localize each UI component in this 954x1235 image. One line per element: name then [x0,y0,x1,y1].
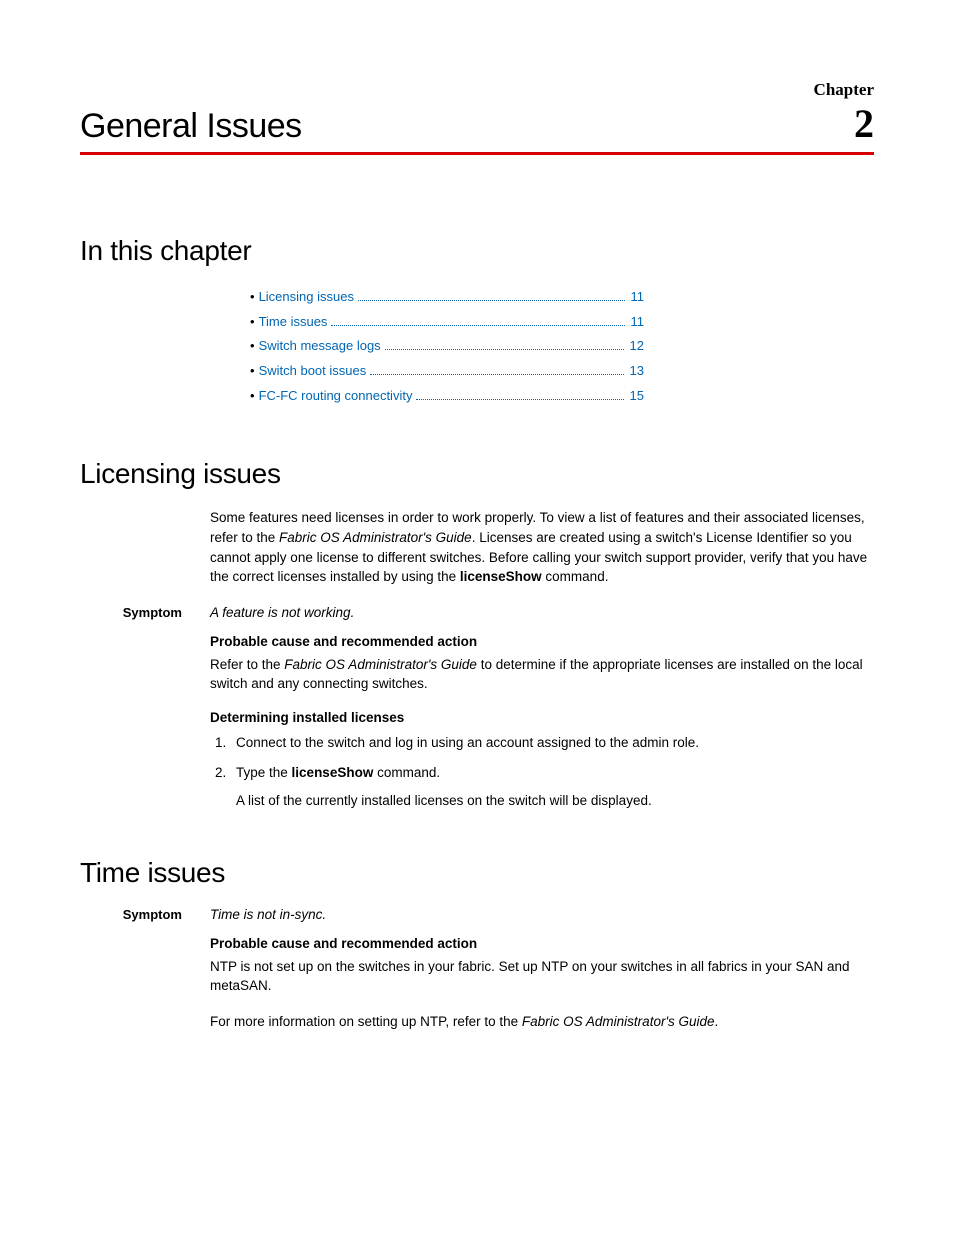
symptom-label: Symptom [80,907,210,922]
text-run: Refer to the [210,657,284,672]
toc-link-switch-logs[interactable]: Switch message logs [259,334,381,359]
text-run: command. [542,569,609,584]
bullet-icon: • [250,359,255,384]
toc-link-fc-routing[interactable]: FC-FC routing connectivity [259,384,413,409]
text-run: Type the [236,765,292,780]
toc-leader [385,349,624,350]
guide-reference: Fabric OS Administrator's Guide [284,657,477,672]
probable-cause-block: Probable cause and recommended action Re… [210,634,874,694]
bullet-icon: • [250,334,255,359]
probable-cause-heading: Probable cause and recommended action [210,634,874,649]
bullet-icon: • [250,285,255,310]
chapter-divider [80,152,874,155]
toc-page-number[interactable]: 11 [631,310,645,335]
bullet-icon: • [250,384,255,409]
toc-page-number[interactable]: 13 [630,359,644,384]
toc-link-licensing[interactable]: Licensing issues [259,285,354,310]
toc-entry: • Licensing issues 11 [250,285,644,310]
chapter-number: 2 [854,104,874,144]
section-licensing-issues: Licensing issues [80,458,874,490]
toc-page-number[interactable]: 15 [630,384,644,409]
toc-entry: • FC-FC routing connectivity 15 [250,384,644,409]
command-name: licenseShow [460,569,542,584]
toc-link-switch-boot[interactable]: Switch boot issues [259,359,367,384]
bullet-icon: • [250,310,255,335]
toc-entry: • Time issues 11 [250,310,644,335]
toc-leader [331,325,624,326]
paragraph: Some features need licenses in order to … [210,508,874,586]
section-in-this-chapter: In this chapter [80,235,874,267]
command-name: licenseShow [292,765,374,780]
more-info-block: For more information on setting up NTP, … [210,1012,874,1032]
symptom-label: Symptom [80,605,210,620]
step-result: A list of the currently installed licens… [236,791,874,811]
text-run: command. [373,765,440,780]
chapter-header: General Issues 2 [80,104,874,146]
text-run: . [715,1014,719,1029]
chapter-label: Chapter [80,80,874,100]
text-run: For more information on setting up NTP, … [210,1014,522,1029]
symptom-text: A feature is not working. [210,605,354,620]
table-of-contents: • Licensing issues 11 • Time issues 11 •… [250,285,644,408]
toc-entry: • Switch message logs 12 [250,334,644,359]
paragraph: NTP is not set up on the switches in you… [210,957,874,996]
paragraph: For more information on setting up NTP, … [210,1012,874,1032]
symptom-row: Symptom Time is not in-sync. [80,907,874,922]
toc-leader [416,399,623,400]
step-item: Connect to the switch and log in using a… [230,733,874,753]
probable-cause-block: Probable cause and recommended action NT… [210,936,874,996]
step-item: Type the licenseShow command. A list of … [230,763,874,811]
determining-licenses-heading: Determining installed licenses [210,710,874,725]
guide-reference: Fabric OS Administrator's Guide [522,1014,715,1029]
steps-list: Connect to the switch and log in using a… [230,733,874,811]
probable-cause-heading: Probable cause and recommended action [210,936,874,951]
chapter-title: General Issues [80,107,302,146]
toc-leader [358,300,625,301]
determining-licenses-block: Determining installed licenses [210,710,874,725]
toc-page-number[interactable]: 12 [630,334,644,359]
symptom-row: Symptom A feature is not working. [80,605,874,620]
symptom-text: Time is not in-sync. [210,907,326,922]
licensing-intro: Some features need licenses in order to … [210,508,874,586]
paragraph: Refer to the Fabric OS Administrator's G… [210,655,874,694]
toc-leader [370,374,623,375]
step-text: Connect to the switch and log in using a… [236,735,699,750]
toc-entry: • Switch boot issues 13 [250,359,644,384]
guide-reference: Fabric OS Administrator's Guide [279,530,472,545]
section-time-issues: Time issues [80,857,874,889]
toc-link-time[interactable]: Time issues [259,310,328,335]
toc-page-number[interactable]: 11 [631,285,645,310]
